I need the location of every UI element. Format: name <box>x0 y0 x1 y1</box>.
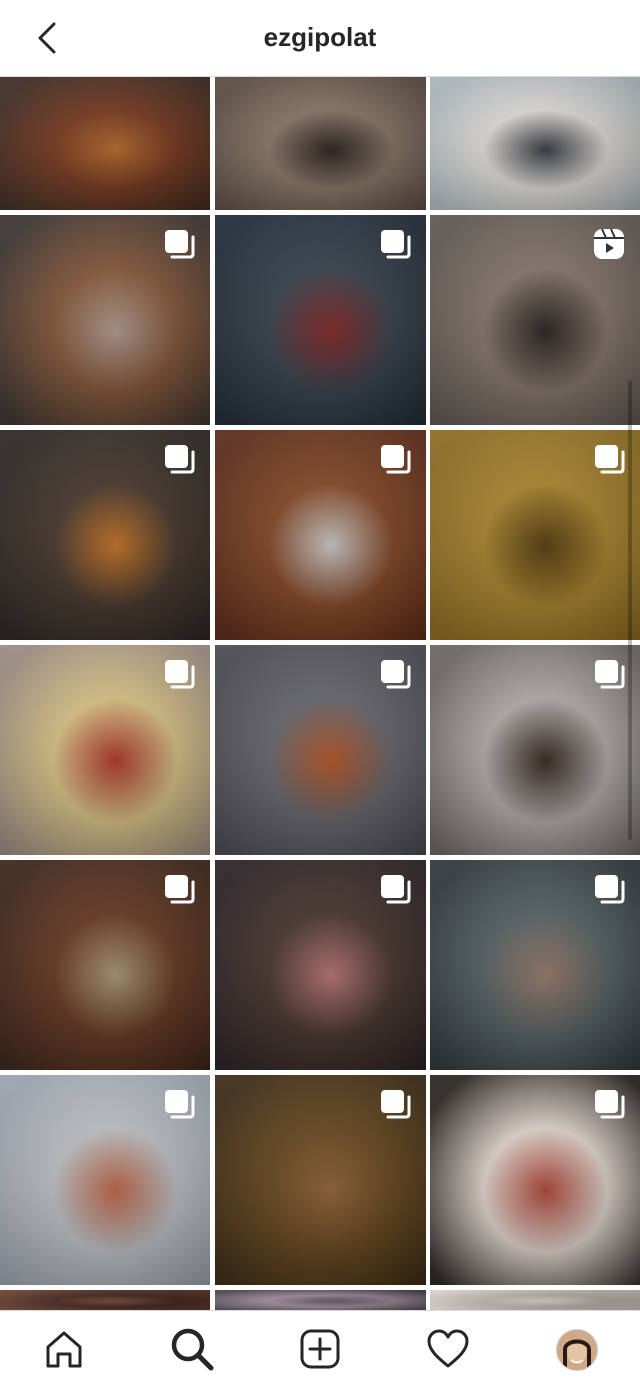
carousel-icon <box>165 1090 195 1119</box>
photo-image <box>430 1290 640 1310</box>
post-tile-5-1[interactable] <box>0 860 210 1070</box>
post-tile-4-1[interactable] <box>0 645 210 855</box>
post-tile-1-3[interactable] <box>430 76 640 210</box>
activity-heart-icon <box>427 1329 469 1368</box>
carousel-icon <box>165 445 195 474</box>
post-tile-6-2[interactable] <box>215 1075 426 1285</box>
post-tile-3-3[interactable] <box>430 430 640 640</box>
top-bar: ezgipolat <box>0 0 640 77</box>
profile-avatar <box>557 1330 597 1370</box>
photo-image <box>0 1290 210 1310</box>
post-tile-7-2[interactable] <box>215 1290 426 1310</box>
new-post-icon <box>300 1329 340 1369</box>
carousel-icon <box>165 230 195 259</box>
carousel-icon <box>381 875 411 904</box>
carousel-icon <box>595 445 625 474</box>
post-tile-7-1[interactable] <box>0 1290 210 1310</box>
post-tile-1-2[interactable] <box>215 76 426 210</box>
post-tile-7-3[interactable] <box>430 1290 640 1310</box>
photo-image <box>215 1290 426 1310</box>
search-icon <box>171 1328 214 1371</box>
post-tile-2-3[interactable] <box>430 215 640 425</box>
carousel-icon <box>595 1090 625 1119</box>
reel-icon <box>594 228 624 259</box>
bottom-navigation <box>0 1310 640 1387</box>
carousel-icon <box>381 445 411 474</box>
photo-image <box>0 76 210 210</box>
carousel-icon <box>381 230 411 259</box>
post-tile-3-2[interactable] <box>215 430 426 640</box>
photo-image <box>430 76 640 210</box>
post-tile-5-3[interactable] <box>430 860 640 1070</box>
post-tile-1-1[interactable] <box>0 76 210 210</box>
post-tile-2-1[interactable] <box>0 215 210 425</box>
post-tile-5-2[interactable] <box>215 860 426 1070</box>
carousel-icon <box>595 660 625 689</box>
post-tile-4-3[interactable] <box>430 645 640 855</box>
carousel-icon <box>381 660 411 689</box>
post-tile-3-1[interactable] <box>0 430 210 640</box>
post-tile-6-3[interactable] <box>430 1075 640 1285</box>
post-tile-2-2[interactable] <box>215 215 426 425</box>
scrollbar[interactable] <box>628 380 632 840</box>
nav-activity-button[interactable] <box>424 1325 472 1373</box>
nav-search-button[interactable] <box>168 1325 216 1373</box>
nav-new-post-button[interactable] <box>296 1325 344 1373</box>
nav-profile-button[interactable] <box>556 1329 598 1371</box>
carousel-icon <box>595 875 625 904</box>
carousel-icon <box>165 875 195 904</box>
home-icon <box>46 1331 82 1368</box>
profile-username: ezgipolat <box>263 22 377 52</box>
photo-image <box>215 76 426 210</box>
post-tile-6-1[interactable] <box>0 1075 210 1285</box>
carousel-icon <box>381 1090 411 1119</box>
nav-home-button[interactable] <box>40 1325 88 1373</box>
carousel-icon <box>165 660 195 689</box>
post-tile-4-2[interactable] <box>215 645 426 855</box>
posts-grid <box>0 76 640 1310</box>
